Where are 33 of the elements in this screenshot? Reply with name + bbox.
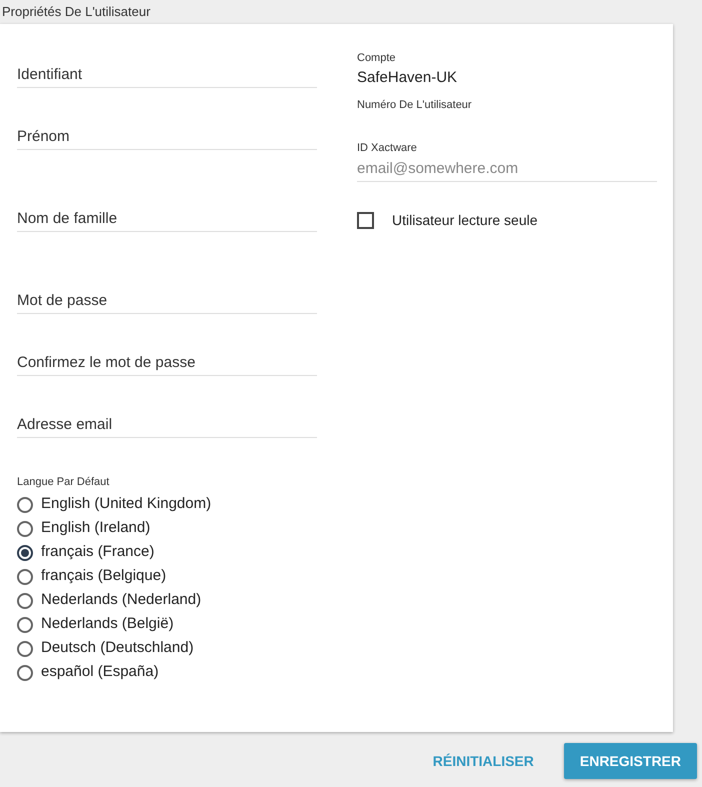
checkbox[interactable] <box>357 212 374 229</box>
radio-button[interactable] <box>17 544 33 560</box>
radio-label: français (Belgique) <box>41 566 166 586</box>
text-field[interactable]: Confirmez le mot de passe <box>17 350 317 376</box>
reset-button[interactable]: RÉINITIALISER <box>428 743 538 779</box>
radio-label: English (United Kingdom) <box>41 494 212 514</box>
field-label: Compte <box>357 51 397 66</box>
radio-button[interactable] <box>17 616 33 632</box>
radio-label: français (France) <box>41 542 154 562</box>
checkbox-label: Utilisateur lecture seule <box>392 211 538 230</box>
radio-label: English (Ireland) <box>41 518 150 538</box>
field-label: Numéro De L'utilisateur <box>357 98 473 113</box>
radio-label: Deutsch (Deutschland) <box>41 638 194 658</box>
radio-button[interactable] <box>17 520 33 536</box>
text-field[interactable]: Mot de passe <box>17 288 317 314</box>
radio-label: Nederlands (Nederland) <box>41 590 202 610</box>
radio-button[interactable] <box>17 592 33 608</box>
field-label: ID Xactware <box>357 140 418 156</box>
radio-button[interactable] <box>17 496 33 512</box>
field-label: Langue Par Défaut <box>17 475 110 490</box>
radio-button[interactable] <box>17 568 33 584</box>
panel-title: Propriétés De L'utilisateur <box>1 3 152 22</box>
text-field[interactable]: Identifiant <box>17 62 317 88</box>
text-field[interactable]: email@somewhere.com <box>357 156 657 182</box>
text-field[interactable]: Nom de famille <box>17 206 317 232</box>
text-field[interactable]: Prénom <box>17 124 317 150</box>
text-field[interactable]: Adresse email <box>17 412 317 438</box>
radio-label: Nederlands (België) <box>41 614 174 634</box>
account-value: SafeHaven-UK <box>357 68 458 88</box>
radio-button[interactable] <box>17 640 33 656</box>
save-button[interactable]: ENREGISTRER <box>564 743 697 779</box>
radio-label: español (España) <box>41 662 159 682</box>
radio-button[interactable] <box>17 664 33 680</box>
